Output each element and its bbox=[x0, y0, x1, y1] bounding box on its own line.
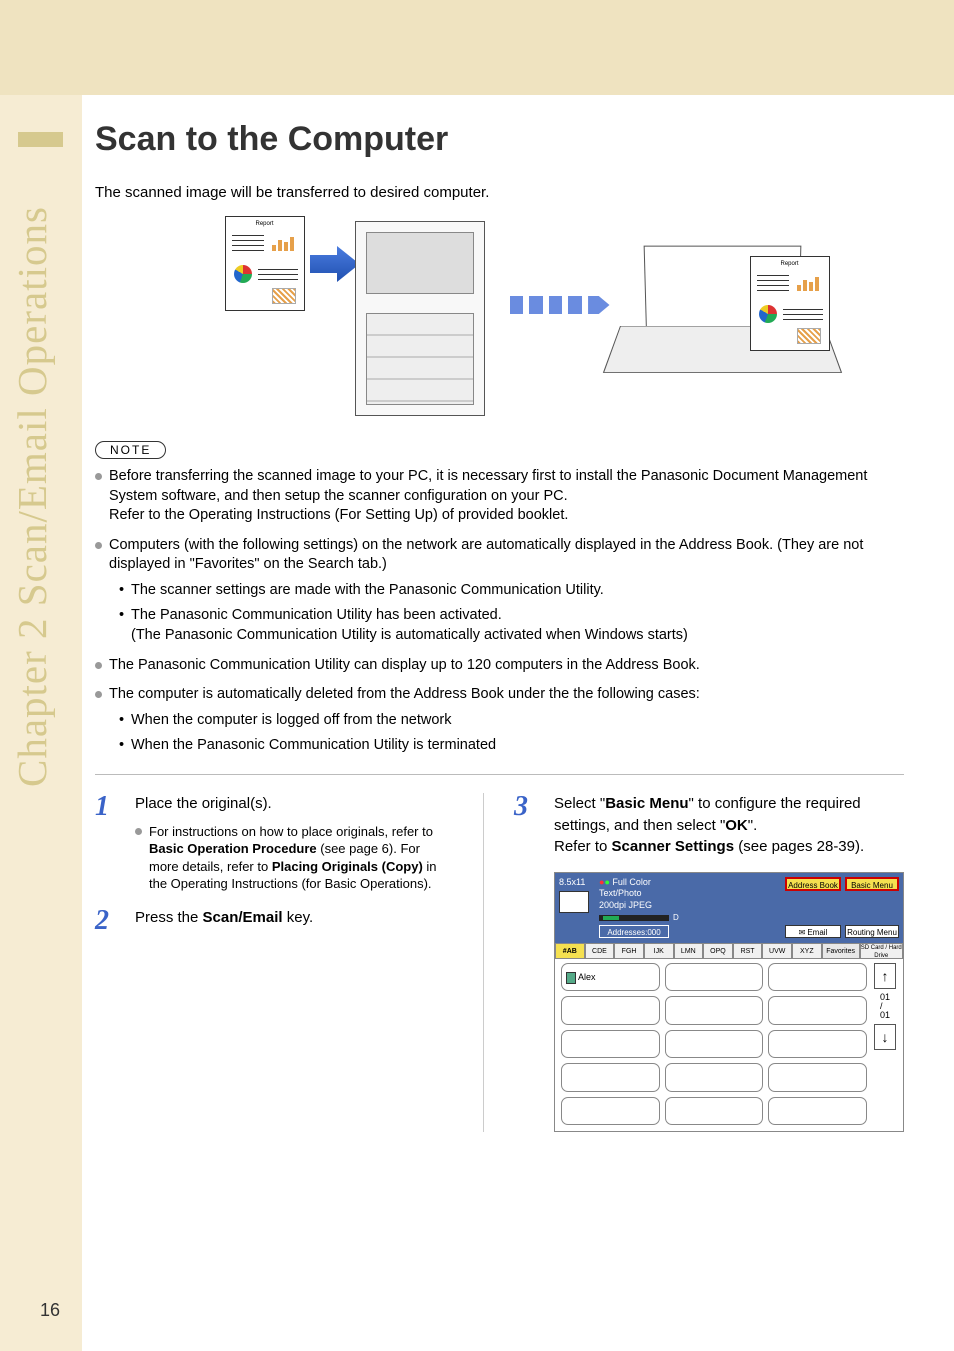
scanner-ui-screenshot: 8.5x11 ●● Full Color Text/Photo 200dpi J… bbox=[554, 872, 904, 1132]
chapter-side-tab: Chapter 2 Scan/Email Operations bbox=[8, 187, 53, 787]
note-subitem: When the Panasonic Communication Utility… bbox=[109, 736, 904, 756]
ui-contact-entry[interactable] bbox=[561, 996, 660, 1024]
note-item: Computers (with the following settings) … bbox=[95, 536, 904, 646]
page-title: Scan to the Computer bbox=[95, 120, 904, 159]
ui-scroll-up-button[interactable]: ↑ bbox=[874, 963, 896, 989]
ui-tab[interactable]: OPQ bbox=[703, 943, 733, 958]
ui-contact-entry[interactable] bbox=[665, 1030, 764, 1058]
note-subitem: When the computer is logged off from the… bbox=[109, 711, 904, 731]
step-number-3: 3 bbox=[514, 793, 540, 858]
ui-tab[interactable]: XYZ bbox=[792, 943, 822, 958]
step-number-1: 1 bbox=[95, 793, 121, 893]
ui-contact-entry[interactable]: Alex bbox=[561, 963, 660, 991]
dotted-arrow bbox=[510, 296, 610, 314]
ui-contact-entry[interactable] bbox=[768, 1097, 867, 1125]
ui-contact-entry[interactable] bbox=[665, 1063, 764, 1091]
ui-contact-entry[interactable] bbox=[561, 1030, 660, 1058]
ui-tab[interactable]: #AB bbox=[555, 943, 585, 958]
ui-contact-entry[interactable] bbox=[561, 1097, 660, 1125]
ui-contact-entry[interactable] bbox=[768, 963, 867, 991]
note-item: Before transferring the scanned image to… bbox=[95, 467, 904, 526]
ui-tab-favorites[interactable]: Favorites bbox=[822, 943, 860, 958]
step-1-text: Place the original(s). bbox=[135, 793, 453, 815]
ui-tab-sdcard[interactable]: SD Card / Hard Drive bbox=[860, 943, 903, 958]
ui-email-button[interactable]: Email bbox=[785, 925, 841, 938]
printer-illustration bbox=[355, 221, 485, 416]
ui-contact-entry[interactable] bbox=[665, 996, 764, 1024]
ui-tab[interactable]: IJK bbox=[644, 943, 674, 958]
ui-contact-entry[interactable] bbox=[665, 1097, 764, 1125]
intro-text: The scanned image will be transferred to… bbox=[95, 184, 904, 201]
ui-contact-entry[interactable] bbox=[768, 1063, 867, 1091]
note-subitem: The Panasonic Communication Utility has … bbox=[109, 606, 904, 645]
step-1-note: For instructions on how to place origina… bbox=[135, 823, 453, 893]
note-subitem: The scanner settings are made with the P… bbox=[109, 581, 904, 601]
ui-tab[interactable]: FGH bbox=[614, 943, 644, 958]
ui-alpha-tabs[interactable]: #AB CDE FGH IJK LMN OPQ RST UVW XYZ Favo… bbox=[555, 943, 903, 959]
note-label: NOTE bbox=[95, 441, 166, 459]
step-3-text: Select "Basic Menu" to configure the req… bbox=[554, 793, 904, 858]
ui-tab[interactable]: CDE bbox=[585, 943, 615, 958]
note-item: The Panasonic Communication Utility can … bbox=[95, 656, 904, 676]
ui-address-book-button[interactable]: Address Book bbox=[785, 877, 841, 891]
ui-contact-entry[interactable] bbox=[768, 1030, 867, 1058]
page-number: 16 bbox=[40, 1300, 60, 1321]
ui-routing-menu-button[interactable]: Routing Menu bbox=[845, 925, 899, 938]
note-item: The computer is automatically deleted fr… bbox=[95, 685, 904, 756]
ui-addresses-button[interactable]: Addresses:000 bbox=[599, 925, 669, 938]
step-number-2: 2 bbox=[95, 907, 121, 935]
ui-scroll-down-button[interactable]: ↓ bbox=[874, 1024, 896, 1050]
ui-tab[interactable]: LMN bbox=[674, 943, 704, 958]
ui-contact-entry[interactable] bbox=[665, 963, 764, 991]
ui-contact-entry[interactable] bbox=[768, 996, 867, 1024]
ui-tab[interactable]: UVW bbox=[762, 943, 792, 958]
ui-page-indicator: 01/01 bbox=[880, 993, 890, 1020]
ui-contact-entry[interactable] bbox=[561, 1063, 660, 1091]
ui-scan-settings: ●● Full Color Text/Photo 200dpi JPEG bbox=[599, 877, 652, 911]
ui-tab[interactable]: RST bbox=[733, 943, 763, 958]
ui-basic-menu-button[interactable]: Basic Menu bbox=[845, 877, 899, 891]
step-2-text: Press the Scan/Email key. bbox=[135, 907, 313, 935]
transfer-diagram: Report Report bbox=[170, 216, 830, 421]
ui-paper-size: 8.5x11 bbox=[559, 877, 585, 887]
ui-orientation-icon bbox=[559, 891, 589, 913]
